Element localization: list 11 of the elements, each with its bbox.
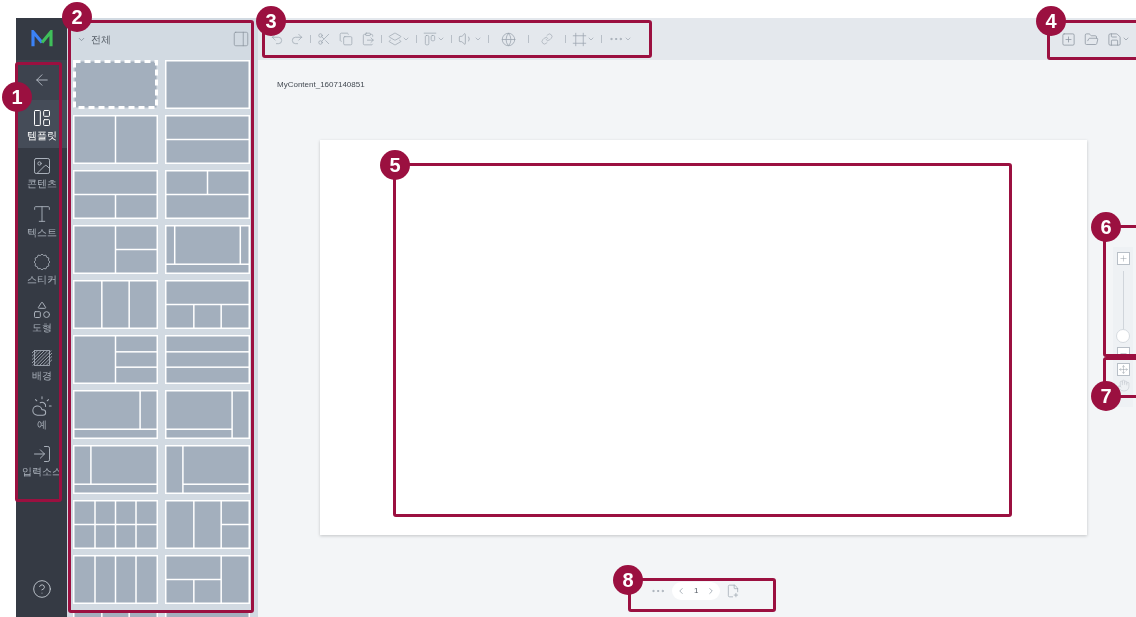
sidebar-item[interactable]: 텍스트 — [16, 196, 67, 244]
page-number: 1 — [694, 585, 699, 597]
sidebar-item[interactable]: 콘텐츠 — [16, 148, 67, 196]
category-dropdown[interactable]: 전체 — [91, 31, 111, 47]
document-title: MyContent_1607140851 — [277, 79, 365, 91]
sidebar-item[interactable]: 도형 — [16, 292, 67, 340]
sidebar-item[interactable]: 스티커 — [16, 244, 67, 292]
sidebar-item[interactable]: 배경 — [16, 340, 67, 388]
callout-badge: 1 — [2, 82, 32, 112]
sidebar-item[interactable]: 입력소스 — [16, 436, 67, 484]
sidebar-item[interactable]: 예 — [16, 388, 67, 436]
